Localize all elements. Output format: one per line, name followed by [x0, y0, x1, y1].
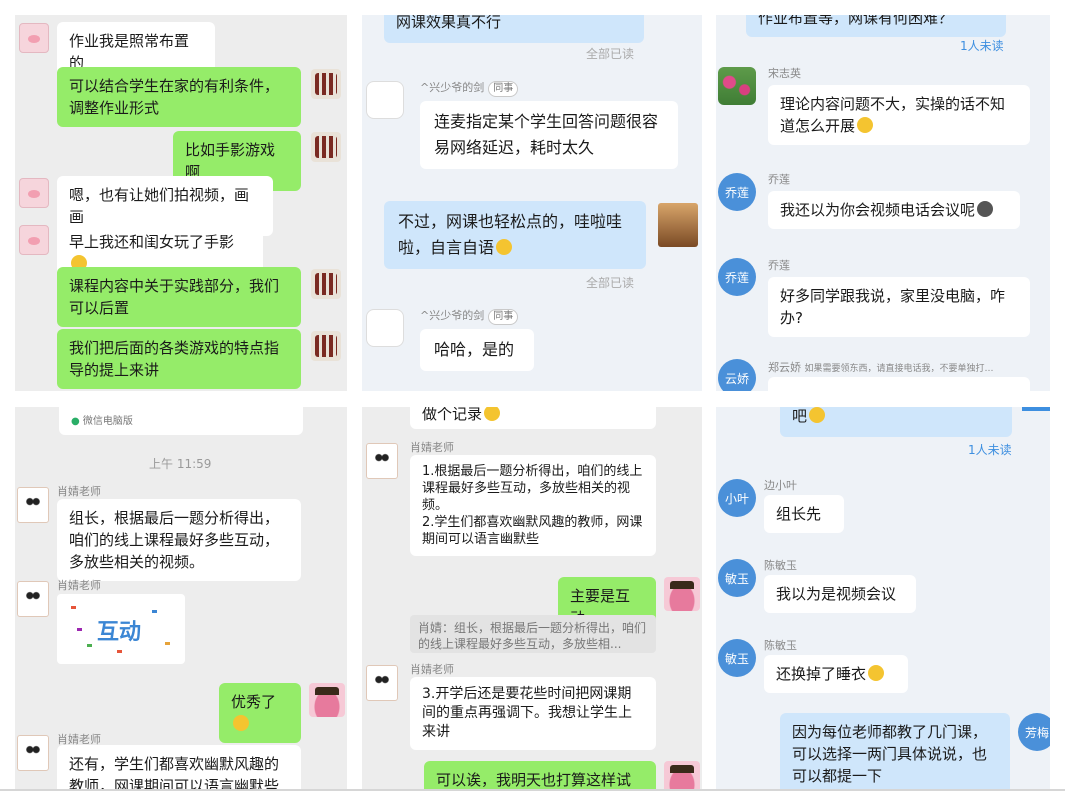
sender-name: 乔莲 — [768, 173, 790, 186]
read-status: 全部已读 — [586, 47, 635, 61]
avatar[interactable] — [309, 683, 345, 717]
emoji-icon — [857, 117, 874, 133]
sender-name: 乔莲 — [768, 259, 790, 272]
avatar[interactable] — [664, 577, 700, 611]
sender-name: 陈敏玉 — [764, 639, 797, 652]
message-bubble[interactable]: 组长先 — [764, 495, 844, 533]
avatar[interactable] — [311, 132, 341, 162]
emoji-icon — [484, 407, 501, 421]
avatar[interactable] — [17, 581, 49, 617]
sticker-text: 互动 — [97, 620, 142, 645]
message-bubble[interactable]: 可以结合学生在家的有利条件，调整作业形式 — [57, 67, 301, 127]
message-text: 优秀了 — [231, 693, 277, 711]
message-bubble[interactable]: 不过，网课也轻松点的，哇啦哇啦，自言自语 — [384, 201, 646, 269]
message-bubble[interactable]: 组长，根据最后一题分析得出，咱们的线上课程最好多些互动，多放些相关的视频。 — [57, 499, 301, 581]
avatar[interactable] — [19, 178, 49, 208]
message-bubble[interactable]: 优秀了 — [219, 683, 301, 743]
chat-panel-2: 网课效果真不行 全部已读 ^兴少爷的剑 同事 连麦指定某个学生回答问题很容易网络延… — [362, 15, 702, 391]
chat-panel-6: 吧 1人未读 小叶 边小叶 组长先 敏玉 陈敏玉 我以为是视频会议 敏玉 陈敏玉… — [716, 407, 1050, 789]
emoji-icon — [809, 407, 826, 423]
sender-name: 陈敏玉 — [764, 559, 797, 572]
message-text: 吧 — [792, 407, 808, 425]
message-bubble[interactable]: 我以为是视频会议 — [764, 575, 916, 613]
message-text: 早上我还和闺女玩了手影 — [69, 233, 235, 251]
message-bubble[interactable]: 好多同学跟我说，家里没电脑，咋办? — [768, 277, 1030, 337]
message-bubble[interactable]: 我们把后面的各类游戏的特点指导的提上来讲 — [57, 329, 301, 389]
role-tag: 同事 — [488, 309, 519, 325]
sender-name: 肖婧老师 — [410, 663, 454, 676]
message-bubble[interactable]: 还换掉了睡衣 — [764, 655, 908, 693]
message-text: 还换掉了睡衣 — [776, 665, 867, 683]
sender-name: 肖婧老师 — [410, 441, 454, 454]
message-bubble[interactable]: 哈哈，是的 — [420, 329, 534, 371]
avatar[interactable] — [366, 665, 398, 701]
message-bubble[interactable] — [768, 377, 1030, 391]
chat-panel-3: 作业布置等，网课有何困难？ 1人未读 宋志英 理论内容问题不大，实操的话不知道怎… — [716, 15, 1050, 391]
avatar[interactable] — [311, 269, 341, 299]
avatar[interactable] — [311, 331, 341, 361]
timestamp: 上午 11:59 — [149, 457, 212, 471]
avatar[interactable]: 乔莲 — [718, 173, 756, 211]
avatar[interactable] — [366, 81, 404, 119]
message-bubble[interactable]: 因为每位老师都教了几门课，可以选择一两门具体说说，也可以都提一下 — [780, 713, 1010, 789]
message-text: 我还以为你会视频电话会议呢 — [780, 201, 976, 219]
read-status: 全部已读 — [586, 276, 635, 290]
message-text: 做个记录 — [422, 407, 483, 423]
avatar[interactable] — [664, 761, 700, 789]
message-bubble[interactable]: 课程内容中关于实践部分，我们可以后置 — [57, 267, 301, 327]
sender-name: 宋志英 — [768, 67, 801, 80]
message-bubble[interactable]: 可以诶，我明天也打算这样试下 — [424, 761, 656, 789]
avatar[interactable] — [658, 203, 698, 247]
chat-panel-1: 作业我是照常布置的 可以结合学生在家的有利条件，调整作业形式 比如手影游戏啊 嗯… — [15, 15, 347, 391]
avatar[interactable] — [17, 735, 49, 771]
avatar[interactable]: 芳梅 — [1018, 713, 1050, 751]
message-bubble[interactable]: 做个记录 — [410, 407, 656, 429]
sender-name: ^兴少爷的剑 同事 — [420, 307, 519, 325]
quoted-message[interactable]: 肖婧：组长，根据最后一题分析得出，咱们的线上课程最好多些互动，多放些相... — [410, 615, 656, 653]
chat-panel-5: 做个记录 肖婧老师 1.根据最后一题分析得出，咱们的线上课程最好多些互动，多放些… — [362, 407, 702, 789]
message-bubble[interactable]: 1.根据最后一题分析得出，咱们的线上课程最好多些互动，多放些相关的视频。 2.学… — [410, 455, 656, 556]
avatar[interactable] — [718, 67, 756, 105]
message-bubble[interactable]: 理论内容问题不大，实操的话不知道怎么开展 — [768, 85, 1030, 145]
chat-panel-4: ● 微信电脑版 上午 11:59 肖婧老师 组长，根据最后一题分析得出，咱们的线… — [15, 407, 347, 789]
unread-status[interactable]: 1人未读 — [960, 37, 1004, 54]
message-bubble[interactable]: 还有，学生们都喜欢幽默风趣的教师，网课期间可以语言幽默些 — [57, 745, 301, 789]
avatar[interactable]: 云娇 — [718, 359, 756, 391]
role-tag: 同事 — [488, 81, 519, 97]
avatar[interactable]: 小叶 — [718, 479, 756, 517]
message-bubble[interactable]: 吧 — [780, 407, 1012, 437]
sticker-image[interactable]: 互动 — [57, 594, 185, 664]
message-bubble[interactable]: 作业布置等，网课有何困难？ — [746, 15, 1006, 37]
message-bubble[interactable]: 我还以为你会视频电话会议呢 — [768, 191, 1020, 229]
avatar[interactable] — [311, 69, 341, 99]
avatar[interactable]: 乔莲 — [718, 258, 756, 296]
sender-name: 边小叶 — [764, 479, 797, 492]
scroll-indicator — [1022, 407, 1050, 411]
unread-status[interactable]: 1人未读 — [968, 441, 1012, 458]
message-bubble[interactable]: 连麦指定某个学生回答问题很容易网络延迟，耗时太久 — [420, 101, 678, 169]
message-bubble[interactable]: 网课效果真不行 — [384, 15, 644, 43]
avatar[interactable]: 敏玉 — [718, 639, 756, 677]
avatar[interactable] — [17, 487, 49, 523]
smile-emoji-icon — [496, 239, 513, 255]
message-bubble[interactable]: 3.开学后还是要花些时间把网课期间的重点再强调下。我想让学生上来讲 — [410, 677, 656, 750]
avatar[interactable]: 敏玉 — [718, 559, 756, 597]
bottom-divider — [0, 789, 1065, 791]
message-text: 理论内容问题不大，实操的话不知道怎么开展 — [780, 95, 1006, 135]
sender-name: 肖婧老师 — [57, 579, 101, 592]
sender-name: ^兴少爷的剑 同事 — [420, 79, 519, 97]
device-notice: ● 微信电脑版 — [59, 407, 303, 435]
sender-name: 肖婧老师 — [57, 485, 101, 498]
sender-name: 郑云娇 如果需要领东西，请直接电话我，不要单独打… — [768, 361, 994, 374]
avatar[interactable] — [19, 225, 49, 255]
avatar[interactable] — [366, 443, 398, 479]
avatar[interactable] — [366, 309, 404, 347]
emoji-icon — [868, 665, 885, 681]
emoji-icon — [233, 715, 249, 731]
emoji-icon — [977, 201, 994, 217]
avatar[interactable] — [19, 23, 49, 53]
